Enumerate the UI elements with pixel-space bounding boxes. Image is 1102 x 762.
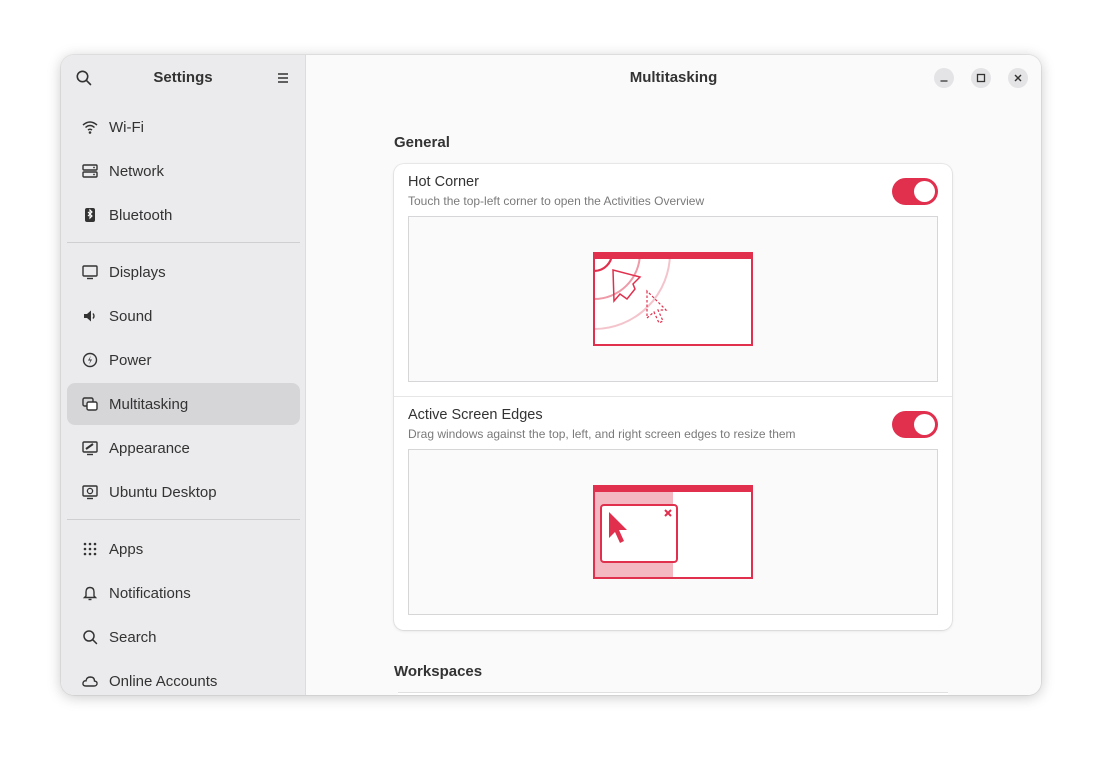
hot-corner-preview: [408, 216, 938, 382]
sidebar-separator: [67, 242, 300, 243]
sidebar-item-label: Wi-Fi: [109, 118, 144, 136]
sidebar-item-label: Network: [109, 162, 165, 180]
sidebar-item-displays[interactable]: Displays: [67, 251, 300, 293]
hot-corner-subtitle: Touch the top-left corner to open the Ac…: [408, 194, 705, 208]
sidebar-item-search[interactable]: Search: [67, 616, 300, 658]
sidebar-list: Wi-Fi Network Bluetooth Displays Sound Power M…: [67, 106, 300, 695]
sidebar-item-ubuntu-desktop[interactable]: Ubuntu Desktop: [67, 471, 300, 513]
sidebar-item-label: Ubuntu Desktop: [109, 483, 217, 501]
close-button[interactable]: [1008, 68, 1028, 88]
bell-icon: [82, 586, 98, 601]
hot-corner-illustration: [593, 252, 753, 346]
sidebar-item-label: Power: [109, 351, 152, 369]
maximize-button[interactable]: [971, 68, 991, 88]
sidebar-item-sound[interactable]: Sound: [67, 295, 300, 337]
sidebar-separator: [67, 519, 300, 520]
sidebar: Settings Wi-Fi Network Bluetooth Displays So…: [61, 55, 306, 695]
general-card: Hot Corner Touch the top-left corner to …: [394, 164, 952, 630]
active-edges-illustration: [593, 485, 753, 579]
workspaces-card: [398, 692, 948, 695]
sidebar-item-label: Apps: [109, 540, 144, 558]
sidebar-item-label: Sound: [109, 307, 153, 325]
sidebar-item-appearance[interactable]: Appearance: [67, 427, 300, 469]
sidebar-item-label: Multitasking: [109, 395, 189, 413]
ubuntu-desktop-icon: [82, 485, 98, 500]
sidebar-item-bluetooth[interactable]: Bluetooth: [67, 194, 300, 236]
sidebar-item-label: Displays: [109, 263, 166, 281]
active-edges-subtitle: Drag windows against the top, left, and …: [408, 427, 796, 441]
cloud-icon: [82, 676, 98, 687]
toggle-knob: [914, 181, 935, 202]
close-icon: [1014, 74, 1022, 82]
network-icon: [82, 164, 98, 178]
sidebar-item-online-accounts[interactable]: Online Accounts: [67, 660, 300, 695]
sidebar-item-multitasking[interactable]: Multitasking: [67, 383, 300, 425]
sidebar-item-label: Appearance: [109, 439, 190, 457]
page-title: Multitasking: [629, 69, 718, 86]
sidebar-title: Settings: [153, 69, 213, 86]
sidebar-item-label: Notifications: [109, 584, 191, 602]
sidebar-item-wi-fi[interactable]: Wi-Fi: [67, 106, 300, 148]
main-panel: Multitasking General Hot Corner Touch th…: [306, 55, 1041, 695]
row-divider: [394, 396, 952, 397]
search-icon: [83, 630, 98, 645]
section-general-title: General: [394, 134, 450, 151]
minimize-icon: [940, 80, 948, 82]
active-edges-title: Active Screen Edges: [408, 407, 543, 423]
display-icon: [82, 265, 98, 280]
active-edges-preview: [408, 449, 938, 615]
minimize-button[interactable]: [934, 68, 954, 88]
hot-corner-toggle[interactable]: [892, 178, 938, 205]
power-icon: [82, 352, 98, 368]
hot-corner-title: Hot Corner: [408, 174, 479, 190]
toggle-knob: [914, 414, 935, 435]
bluetooth-icon: [85, 208, 95, 222]
sidebar-item-label: Search: [109, 628, 157, 646]
sidebar-item-power[interactable]: Power: [67, 339, 300, 381]
hamburger-menu-icon[interactable]: [275, 70, 291, 86]
appearance-icon: [82, 441, 98, 456]
section-workspaces-title: Workspaces: [394, 663, 483, 680]
active-edges-toggle[interactable]: [892, 411, 938, 438]
speaker-icon: [84, 310, 95, 322]
multitasking-icon: [82, 397, 98, 411]
sidebar-item-network[interactable]: Network: [67, 150, 300, 192]
sidebar-item-label: Bluetooth: [109, 206, 173, 224]
sidebar-item-notifications[interactable]: Notifications: [67, 572, 300, 614]
settings-window: Settings Wi-Fi Network Bluetooth Displays So…: [61, 55, 1041, 695]
sidebar-header: Settings: [61, 55, 305, 101]
sidebar-item-label: Online Accounts: [109, 672, 218, 690]
wifi-icon: [82, 121, 98, 134]
maximize-icon: [976, 73, 986, 83]
sidebar-item-apps[interactable]: Apps: [67, 528, 300, 570]
apps-grid-icon: [83, 542, 97, 556]
